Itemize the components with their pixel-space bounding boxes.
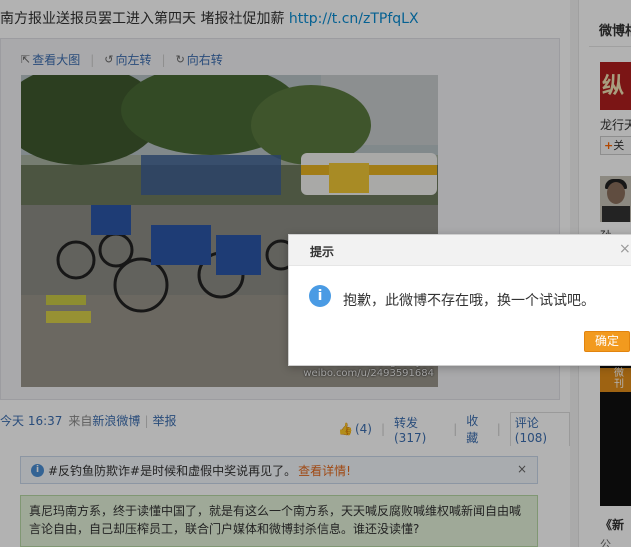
dialog-message: 抱歉，此微博不存在哦，换一个试试吧。 xyxy=(343,293,595,309)
dialog-header: 提示 × xyxy=(289,235,631,266)
alert-dialog: 提示 × i 抱歉，此微博不存在哦，换一个试试吧。 确定 xyxy=(288,234,631,366)
close-icon[interactable]: × xyxy=(619,241,631,257)
ok-button[interactable]: 确定 xyxy=(584,331,630,352)
page: 南方报业送报员罢工进入第四天 堵报社促加薪 http://t.cn/zTPfqL… xyxy=(0,0,631,547)
dialog-title: 提示 xyxy=(310,245,335,259)
info-icon: i xyxy=(309,285,331,307)
